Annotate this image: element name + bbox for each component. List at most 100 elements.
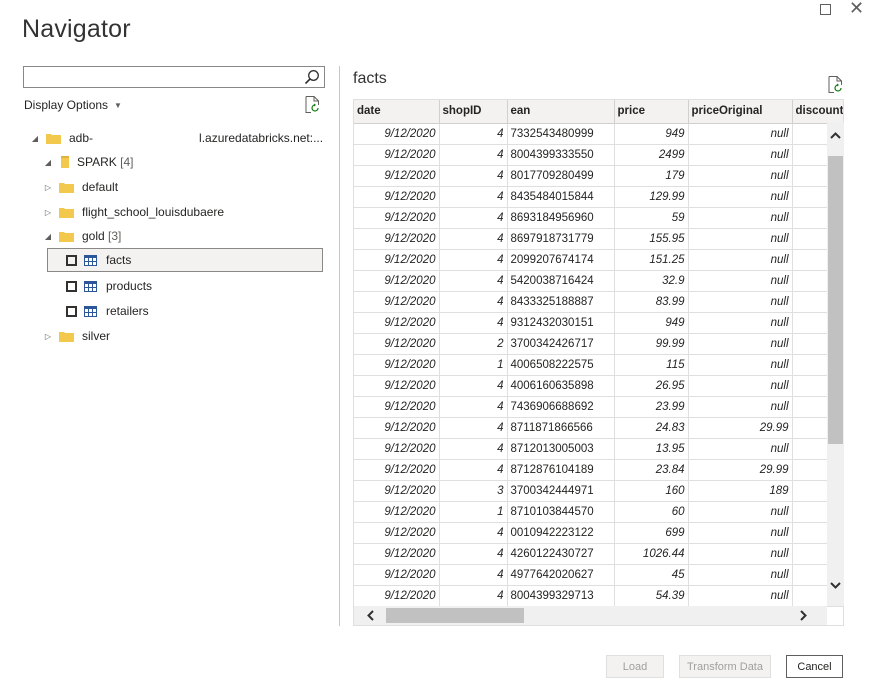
table-label: products xyxy=(106,279,153,293)
table-cell: 8711871866566 xyxy=(507,417,615,439)
table-cell: 9/12/2020 xyxy=(354,144,440,166)
schema-label: default xyxy=(82,180,119,194)
folder-icon xyxy=(46,133,61,144)
search-icon[interactable] xyxy=(304,69,320,85)
tree-node-products[interactable]: products xyxy=(66,274,152,298)
column-header[interactable]: ean xyxy=(507,100,615,124)
table-cell: 5420038716424 xyxy=(507,270,615,292)
dialog-title: Navigator xyxy=(22,15,131,43)
table-row: 9/12/2020 4 0010942223122 699 null xyxy=(354,522,843,544)
refresh-icon[interactable] xyxy=(305,96,320,113)
table-cell: 4 xyxy=(439,228,508,250)
table-cell: 4 xyxy=(439,123,508,145)
refresh-icon[interactable] xyxy=(828,76,843,93)
tree-node-default[interactable]: ▷ default xyxy=(43,175,118,199)
table-cell: 83.99 xyxy=(614,291,689,313)
table-cell: 1026.44 xyxy=(614,543,689,565)
folder-icon xyxy=(59,231,74,242)
table-cell: 99.99 xyxy=(614,333,689,355)
vertical-scrollbar[interactable] xyxy=(827,122,844,606)
collapsed-arrow-icon[interactable]: ▷ xyxy=(43,332,53,341)
table-checkbox[interactable] xyxy=(66,254,77,266)
expanded-arrow-icon[interactable]: ◢ xyxy=(30,134,40,143)
column-header[interactable]: discounte xyxy=(792,100,843,124)
table-cell: 24.83 xyxy=(614,417,689,439)
table-cell: 9/12/2020 xyxy=(354,186,440,208)
collapsed-arrow-icon[interactable]: ▷ xyxy=(43,208,53,217)
display-options-dropdown[interactable]: Display Options ▼ xyxy=(24,98,122,112)
tree-node-server[interactable]: ◢ adb- l.azuredatabricks.net:... xyxy=(30,126,323,150)
table-cell: 9/12/2020 xyxy=(354,438,440,460)
table-cell: 4 xyxy=(439,312,508,334)
tree-node-flight-school[interactable]: ▷ flight_school_louisdubaere xyxy=(43,200,224,224)
scroll-right-icon[interactable] xyxy=(797,609,809,622)
tree-node-facts[interactable]: facts xyxy=(47,248,323,272)
table-cell: 9/12/2020 xyxy=(354,270,440,292)
expanded-arrow-icon[interactable]: ◢ xyxy=(43,232,53,241)
expanded-arrow-icon[interactable]: ◢ xyxy=(43,158,53,167)
scroll-up-icon[interactable] xyxy=(829,130,842,142)
search-input[interactable] xyxy=(24,67,294,87)
database-icon xyxy=(61,156,69,168)
table-row: 9/12/2020 4 7332543480999 949 null xyxy=(354,123,843,145)
table-cell: 7332543480999 xyxy=(507,123,615,145)
transform-data-button[interactable]: Transform Data xyxy=(679,655,771,678)
table-cell: 699 xyxy=(614,522,689,544)
table-icon xyxy=(84,254,97,266)
table-cell: 4 xyxy=(439,564,508,586)
maximize-button[interactable] xyxy=(820,4,831,15)
table-checkbox[interactable] xyxy=(66,305,77,317)
table-cell: 9/12/2020 xyxy=(354,123,440,145)
table-cell: 2 xyxy=(439,333,508,355)
panel-divider[interactable] xyxy=(339,66,340,626)
tree-node-gold[interactable]: ◢ gold [3] xyxy=(43,224,121,248)
close-button[interactable]: ✕ xyxy=(849,0,864,17)
table-cell: 9312432030151 xyxy=(507,312,615,334)
collapsed-arrow-icon[interactable]: ▷ xyxy=(43,183,53,192)
table-cell: 189 xyxy=(688,480,793,502)
table-label: facts xyxy=(106,253,132,267)
table-cell: 23.99 xyxy=(614,396,689,418)
table-row: 9/12/2020 4 4006160635898 26.95 null xyxy=(354,375,843,397)
table-cell: 9/12/2020 xyxy=(354,165,440,187)
vertical-scroll-thumb[interactable] xyxy=(828,156,843,444)
data-table: dateshopIDeanpricepriceOriginaldiscounte… xyxy=(354,100,843,607)
folder-icon xyxy=(59,182,74,193)
load-button[interactable]: Load xyxy=(606,655,664,678)
table-cell: 4 xyxy=(439,438,508,460)
table-cell: 9/12/2020 xyxy=(354,291,440,313)
table-cell: 179 xyxy=(614,165,689,187)
table-cell: 2499 xyxy=(614,144,689,166)
column-header[interactable]: date xyxy=(354,100,440,124)
table-cell: 23.84 xyxy=(614,459,689,481)
scroll-down-icon[interactable] xyxy=(829,579,842,591)
table-cell: 8697918731779 xyxy=(507,228,615,250)
spark-label: SPARK xyxy=(77,155,117,169)
column-header[interactable]: priceOriginal xyxy=(688,100,793,124)
table-cell: 8712876104189 xyxy=(507,459,615,481)
table-cell: null xyxy=(688,165,793,187)
search-box xyxy=(23,66,325,88)
table-cell: 0010942223122 xyxy=(507,522,615,544)
table-cell: 115 xyxy=(614,354,689,376)
table-cell: null xyxy=(688,396,793,418)
table-cell: null xyxy=(688,228,793,250)
table-cell: null xyxy=(688,354,793,376)
tree-node-retailers[interactable]: retailers xyxy=(66,299,149,323)
column-header[interactable]: price xyxy=(614,100,689,124)
table-cell: 9/12/2020 xyxy=(354,522,440,544)
table-cell: 4 xyxy=(439,417,508,439)
horizontal-scroll-thumb[interactable] xyxy=(386,608,524,623)
table-cell: null xyxy=(688,312,793,334)
tree-node-silver[interactable]: ▷ silver xyxy=(43,324,110,348)
column-header[interactable]: shopID xyxy=(439,100,508,124)
cancel-button[interactable]: Cancel xyxy=(786,655,843,678)
horizontal-scrollbar[interactable] xyxy=(354,606,827,625)
folder-icon xyxy=(59,331,74,342)
scroll-left-icon[interactable] xyxy=(365,609,377,622)
table-cell: 7436906688692 xyxy=(507,396,615,418)
table-row: 9/12/2020 4 9312432030151 949 null xyxy=(354,312,843,334)
tree-node-spark[interactable]: ◢ SPARK [4] xyxy=(43,150,134,174)
table-cell: 45 xyxy=(614,564,689,586)
table-checkbox[interactable] xyxy=(66,280,77,292)
